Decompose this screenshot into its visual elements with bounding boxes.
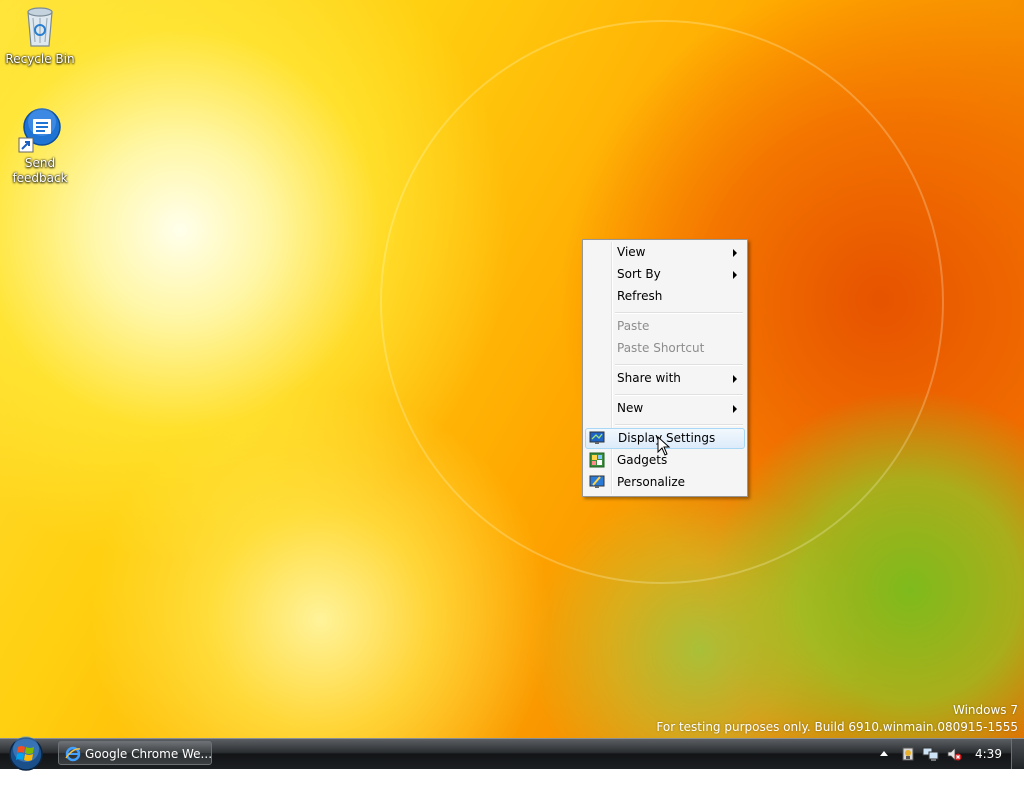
menu-item-label: Personalize <box>617 475 686 489</box>
security-icon[interactable] <box>900 746 916 762</box>
submenu-arrow-icon <box>733 375 737 383</box>
internet-explorer-icon <box>65 746 81 762</box>
menu-item-refresh[interactable]: Refresh <box>585 286 745 307</box>
volume-muted-icon[interactable] <box>946 746 962 762</box>
menu-item-label: Paste Shortcut <box>617 341 705 355</box>
menu-item-label: New <box>617 401 644 415</box>
taskbar: Google Chrome We... 4:39 AM <box>0 735 1024 791</box>
desktop-icon-send-feedback[interactable]: Send feedback <box>0 106 80 186</box>
submenu-arrow-icon <box>733 249 737 257</box>
gadgets-icon <box>589 452 605 468</box>
menu-item-personalize[interactable]: Personalize <box>585 472 745 493</box>
windows-start-icon[interactable] <box>2 735 46 771</box>
menu-item-label: Sort By <box>617 267 661 281</box>
menu-item-display-settings[interactable]: Display Settings <box>585 428 745 449</box>
menu-separator <box>615 364 743 366</box>
menu-item-share-with[interactable]: Share with <box>585 368 745 389</box>
menu-item-gadgets[interactable]: Gadgets <box>585 450 745 471</box>
submenu-arrow-icon <box>733 271 737 279</box>
menu-item-label: Gadgets <box>617 453 668 467</box>
desktop-icon-label: Send feedback <box>12 156 68 185</box>
personalize-icon <box>589 475 605 488</box>
menu-separator <box>615 312 743 314</box>
desktop-background[interactable]: Recycle Bin Send feedback Windows 7 For … <box>0 0 1024 738</box>
menu-separator <box>615 424 743 426</box>
show-hidden-icons-arrow[interactable] <box>880 751 888 756</box>
menu-item-label: Refresh <box>617 289 663 303</box>
menu-item-paste-shortcut[interactable]: Paste Shortcut <box>585 338 745 359</box>
submenu-arrow-icon <box>733 405 737 413</box>
recycle-bin-icon <box>27 7 53 47</box>
watermark-build-info: For testing purposes only. Build 6910.wi… <box>656 720 1018 734</box>
menu-item-sort-by[interactable]: Sort By <box>585 264 745 285</box>
menu-item-label: View <box>617 245 646 259</box>
show-desktop-button[interactable] <box>1011 739 1024 769</box>
menu-item-view[interactable]: View <box>585 242 745 263</box>
desktop-icon-label: Recycle Bin <box>5 52 75 66</box>
menu-item-paste[interactable]: Paste <box>585 316 745 337</box>
send-feedback-icon <box>18 108 61 153</box>
display-settings-icon <box>589 431 605 444</box>
menu-separator <box>615 394 743 396</box>
taskbar-button-google-chrome[interactable]: Google Chrome We... <box>58 741 212 765</box>
menu-item-new[interactable]: New <box>585 398 745 419</box>
mouse-pointer-icon <box>657 436 671 456</box>
build-watermark: Windows 7 For testing purposes only. Bui… <box>656 702 1018 736</box>
desktop-icon-recycle-bin[interactable]: Recycle Bin <box>0 2 80 67</box>
network-icon[interactable] <box>922 746 940 762</box>
notification-area: 4:39 AM <box>844 739 1024 791</box>
menu-item-label: Display Settings <box>618 431 716 445</box>
desktop-context-menu: View Sort By Refresh Paste Paste Shortcu… <box>582 239 748 497</box>
menu-item-label: Paste <box>617 319 650 333</box>
watermark-os-name: Windows 7 <box>952 703 1018 717</box>
taskbar-button-label: Google Chrome We... <box>85 747 212 761</box>
menu-item-label: Share with <box>617 371 681 385</box>
